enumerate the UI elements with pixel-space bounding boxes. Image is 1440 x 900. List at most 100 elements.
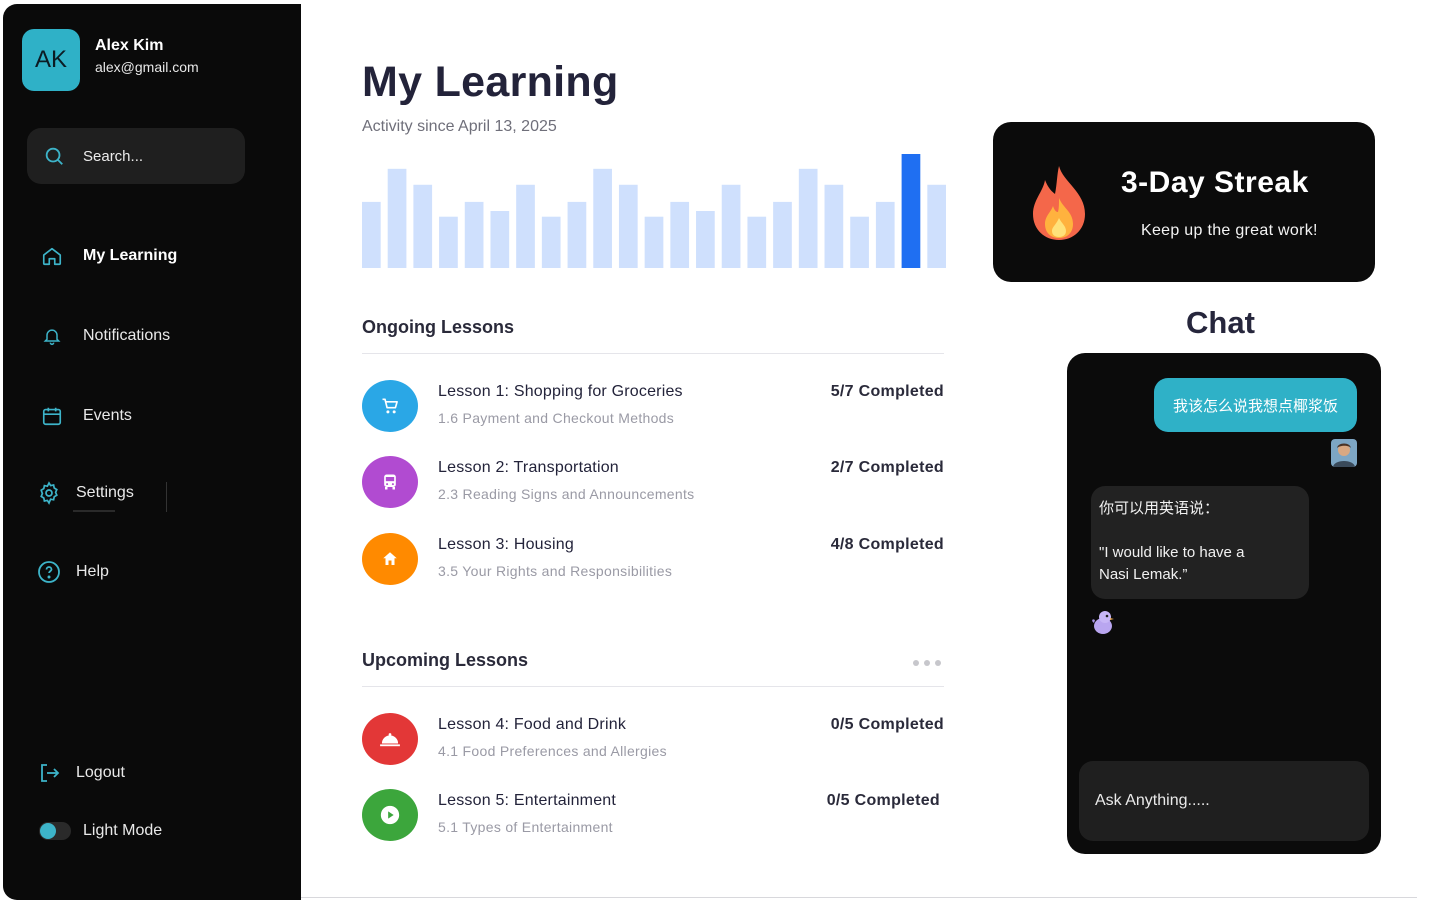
logout-label: Logout (76, 764, 125, 781)
chart-bar (721, 184, 741, 268)
lesson-subtitle: 4.1 Food Preferences and Allergies (438, 743, 667, 759)
user-chat-avatar (1331, 439, 1357, 467)
streak-title: 3-Day Streak (1121, 166, 1309, 199)
lesson-title: Lesson 2: Transportation (438, 459, 619, 476)
chat-title: Chat (1186, 305, 1255, 340)
sidebar-item-notifications[interactable]: Notifications (39, 323, 170, 349)
lesson-subtitle: 5.1 Types of Entertainment (438, 819, 613, 835)
chart-bar (798, 168, 818, 268)
sidebar-item-help[interactable]: Help (36, 559, 109, 585)
home-icon (362, 533, 418, 585)
chat-input-placeholder: Ask Anything..... (1095, 792, 1210, 809)
lesson-row[interactable]: Lesson 3: Housing 3.5 Your Rights and Res… (362, 533, 944, 589)
chart-bar (773, 201, 792, 268)
bottom-border (301, 897, 1417, 898)
activity-chart (362, 154, 946, 268)
user-avatar[interactable]: AK (22, 29, 80, 91)
chart-bar (927, 184, 946, 268)
divider (362, 686, 944, 687)
lesson-row[interactable]: Lesson 2: Transportation 2.3 Reading Sign… (362, 456, 944, 512)
cloche-icon (362, 713, 418, 765)
lesson-title: Lesson 4: Food and Drink (438, 716, 627, 733)
sidebar-item-label: Notifications (83, 327, 171, 344)
sidebar-item-settings[interactable]: Settings (36, 480, 134, 506)
lesson-subtitle: 1.6 Payment and Checkout Methods (438, 410, 675, 426)
light-mode-toggle[interactable]: Light Mode (39, 822, 162, 840)
play-icon (362, 789, 418, 841)
settings-divider (166, 482, 167, 512)
lesson-progress: 0/5 Completed (830, 716, 944, 733)
chart-bar (747, 216, 767, 268)
lesson-title: Lesson 3: Housing (438, 536, 574, 553)
chat-input[interactable]: Ask Anything..... (1079, 761, 1369, 841)
streak-card: 3-Day Streak Keep up the great work! (993, 122, 1375, 282)
chart-bar (875, 201, 895, 268)
page-subtitle: Activity since April 13, 2025 (362, 118, 557, 135)
bot-message-line: Nasi Lemak.” (1099, 566, 1188, 583)
search-placeholder: Search... (83, 147, 144, 165)
bot-message-line: 你可以用英语说： (1099, 500, 1220, 517)
lesson-progress: 2/7 Completed (830, 459, 944, 476)
bot-message-line: "I would like to have a (1099, 544, 1245, 561)
search-input[interactable]: Search... (27, 128, 245, 184)
lesson-progress: 4/8 Completed (830, 536, 944, 553)
chart-bar (362, 201, 381, 268)
more-options-icon[interactable] (913, 660, 941, 666)
sidebar-item-label: Settings (76, 484, 134, 501)
chart-bar (387, 168, 407, 268)
chat-panel: 我该怎么说我想点椰浆饭 你可以用英语说： "I would like to ha… (1067, 353, 1381, 854)
cart-icon (362, 380, 418, 432)
chart-bar (567, 201, 587, 268)
bus-icon (362, 456, 418, 508)
chart-bar (618, 184, 638, 268)
chart-bar (850, 216, 869, 268)
lesson-title: Lesson 1: Shopping for Groceries (438, 383, 683, 400)
chart-bar (824, 184, 844, 268)
logout-icon (36, 760, 62, 786)
lesson-progress: 5/7 Completed (830, 383, 944, 400)
chart-bar-today (901, 154, 921, 268)
chart-bar (696, 211, 715, 268)
chart-bar (464, 201, 484, 268)
page-title: My Learning (362, 58, 619, 106)
logout-button[interactable]: Logout (36, 760, 125, 786)
lesson-row[interactable]: Lesson 5: Entertainment 5.1 Types of Ente… (362, 789, 944, 845)
lesson-subtitle: 2.3 Reading Signs and Announcements (438, 486, 695, 502)
flame-icon (1033, 166, 1085, 240)
chart-bar (413, 184, 433, 268)
chart-bar (541, 216, 561, 268)
sidebar-item-events[interactable]: Events (39, 403, 132, 429)
lesson-subtitle: 3.5 Your Rights and Responsibilities (438, 563, 673, 579)
sidebar-item-label: Events (83, 407, 132, 424)
home-icon (39, 243, 65, 269)
user-email: alex@gmail.com (95, 59, 199, 75)
upcoming-lessons-title: Upcoming Lessons (362, 650, 529, 670)
bell-icon (39, 323, 65, 349)
sidebar: AK Alex Kim alex@gmail.com Search... My … (3, 4, 301, 900)
chart-bar (593, 168, 612, 268)
bot-mascot-icon (1092, 611, 1114, 634)
light-mode-label: Light Mode (83, 822, 163, 839)
divider (362, 353, 944, 354)
lesson-progress: 0/5 Completed (826, 792, 940, 809)
ongoing-lessons-title: Ongoing Lessons (362, 317, 515, 337)
chart-bar (439, 216, 458, 268)
lesson-title: Lesson 5: Entertainment (438, 792, 617, 809)
gear-icon (36, 480, 62, 506)
lesson-row[interactable]: Lesson 4: Food and Drink 4.1 Food Prefere… (362, 713, 944, 769)
lesson-row[interactable]: Lesson 1: Shopping for Groceries 1.6 Paym… (362, 380, 944, 436)
sidebar-item-label: My Learning (83, 247, 178, 264)
sidebar-item-label: Help (76, 563, 109, 580)
search-icon (45, 147, 63, 165)
calendar-icon (39, 403, 65, 429)
chart-bar (644, 216, 664, 268)
avatar-initials: AK (34, 46, 67, 73)
help-icon (36, 559, 62, 585)
chart-bar (516, 184, 535, 268)
user-name: Alex Kim (95, 37, 164, 54)
toggle-switch[interactable] (39, 822, 71, 840)
streak-subtitle: Keep up the great work! (1141, 222, 1318, 239)
sidebar-item-my-learning[interactable]: My Learning (39, 243, 177, 269)
chart-bar (670, 201, 690, 268)
bot-message-bubble: 你可以用英语说： "I would like to have a Nasi Le… (1091, 486, 1309, 599)
